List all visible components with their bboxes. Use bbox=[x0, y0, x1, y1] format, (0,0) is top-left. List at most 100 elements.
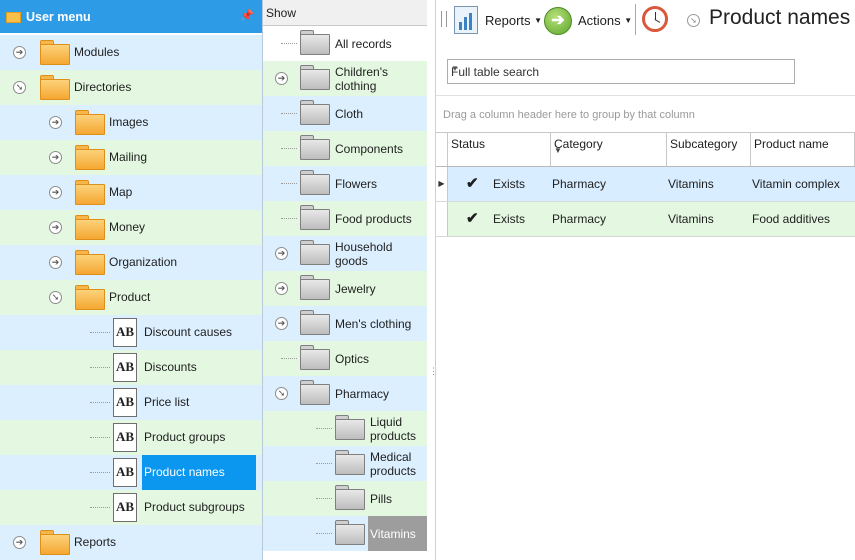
filter-item-liquid-products[interactable]: Liquid products bbox=[263, 411, 427, 446]
filter-item-medical-products[interactable]: Medical products bbox=[263, 446, 427, 481]
filter-item-label: Liquid products bbox=[370, 414, 417, 443]
cell-subcategory: Vitamins bbox=[668, 212, 714, 226]
filter-item-label: Children's clothing bbox=[335, 64, 388, 93]
menu-item-label: Product bbox=[109, 290, 151, 304]
group-by-panel[interactable]: Drag a column header here to group by th… bbox=[436, 95, 855, 133]
menu-item-product-groups[interactable]: AB Product groups bbox=[0, 420, 262, 455]
tree-line bbox=[90, 507, 110, 508]
filter-item-vitamins[interactable]: Vitamins bbox=[263, 516, 428, 551]
column-header-subcategory[interactable]: Subcategory bbox=[667, 132, 751, 166]
menu-item-organization[interactable]: ➔ Organization bbox=[0, 245, 262, 280]
menu-item-label: Organization bbox=[109, 255, 178, 269]
menu-item-product-names[interactable]: AB Product names bbox=[0, 455, 262, 490]
menu-item-reports[interactable]: ➔ Reports bbox=[0, 525, 262, 560]
filter-item-all-records[interactable]: All records bbox=[263, 26, 427, 61]
ab-document-icon: AB bbox=[113, 318, 137, 347]
expand-arrow-icon[interactable]: ➔ bbox=[275, 317, 288, 330]
table-row[interactable]: ✔ Exists Pharmacy Vitamins Food additive… bbox=[436, 202, 855, 237]
column-header-status[interactable]: Status bbox=[448, 132, 551, 166]
chevron-down-icon[interactable]: ▼ bbox=[451, 64, 786, 73]
ab-document-icon: AB bbox=[113, 388, 137, 417]
filter-item-optics[interactable]: Optics bbox=[263, 341, 427, 376]
filter-item-components[interactable]: Components bbox=[263, 131, 427, 166]
menu-item-label: Directories bbox=[74, 80, 132, 94]
column-header-label: Product name bbox=[754, 137, 829, 151]
expand-arrow-icon[interactable]: ➔ bbox=[49, 116, 62, 129]
folder-icon bbox=[40, 40, 70, 65]
filter-item-household-goods[interactable]: ➔ Household goods bbox=[263, 236, 427, 271]
menu-item-discounts[interactable]: AB Discounts bbox=[0, 350, 262, 385]
filter-item-label: Men's clothing bbox=[335, 316, 412, 331]
actions-arrow-icon[interactable]: ➔ bbox=[544, 7, 572, 35]
folder-icon bbox=[300, 345, 330, 370]
filter-item-jewelry[interactable]: ➔ Jewelry bbox=[263, 271, 427, 306]
panel-splitter[interactable]: ⋮ bbox=[427, 0, 438, 560]
splitter-grip-icon: ⋮ bbox=[429, 366, 438, 376]
toolbar-grip-icon[interactable] bbox=[441, 11, 447, 27]
reports-button[interactable]: Reports ▼ bbox=[485, 13, 542, 28]
filter-item-pharmacy[interactable]: ➘ Pharmacy bbox=[263, 376, 427, 411]
expand-arrow-icon[interactable]: ➔ bbox=[275, 72, 288, 85]
table-row[interactable]: ▶ ✔ Exists Pharmacy Vitamins Vitamin com… bbox=[436, 167, 855, 202]
collapse-arrow-icon[interactable]: ➘ bbox=[13, 81, 26, 94]
filter-item-label: Optics bbox=[335, 351, 370, 366]
tree-line bbox=[316, 498, 332, 499]
clock-icon[interactable] bbox=[642, 6, 668, 32]
expand-arrow-icon[interactable]: ➔ bbox=[49, 221, 62, 234]
actions-button[interactable]: Actions ▼ bbox=[578, 13, 632, 28]
menu-item-product-subgroups[interactable]: AB Product subgroups bbox=[0, 490, 262, 525]
expand-arrow-icon[interactable]: ➔ bbox=[49, 256, 62, 269]
column-header-product-name[interactable]: Product name bbox=[751, 132, 855, 166]
filter-item-pills[interactable]: Pills bbox=[263, 481, 427, 516]
expand-arrow-icon[interactable]: ➔ bbox=[13, 536, 26, 549]
folder-icon bbox=[75, 145, 105, 170]
filter-item-mens-clothing[interactable]: ➔ Men's clothing bbox=[263, 306, 427, 341]
collapse-arrow-icon[interactable]: ➘ bbox=[275, 387, 288, 400]
menu-item-label: Product subgroups bbox=[144, 500, 245, 514]
tree-line bbox=[316, 428, 332, 429]
expand-arrow-icon[interactable]: ➔ bbox=[49, 151, 62, 164]
menu-item-label: Reports bbox=[74, 535, 117, 549]
cell-status: Exists bbox=[493, 177, 526, 191]
filter-item-food-products[interactable]: Food products bbox=[263, 201, 427, 236]
filter-item-flowers[interactable]: Flowers bbox=[263, 166, 427, 201]
menu-item-map[interactable]: ➔ Map bbox=[0, 175, 262, 210]
expand-arrow-icon[interactable]: ➔ bbox=[49, 186, 62, 199]
menu-item-mailing[interactable]: ➔ Mailing bbox=[0, 140, 262, 175]
filter-item-childrens-clothing[interactable]: ➔ Children's clothing bbox=[263, 61, 427, 96]
column-header-label: Subcategory bbox=[670, 137, 738, 151]
folder-open-icon bbox=[300, 380, 330, 405]
folder-icon bbox=[300, 310, 330, 335]
menu-item-label: Images bbox=[109, 115, 149, 129]
menu-item-modules[interactable]: ➔ Modules bbox=[0, 35, 262, 70]
expand-arrow-icon[interactable]: ➔ bbox=[13, 46, 26, 59]
menu-item-price-list[interactable]: AB Price list bbox=[0, 385, 262, 420]
column-header-category[interactable]: Category ▼ bbox=[551, 132, 667, 166]
expand-arrow-icon[interactable]: ➔ bbox=[275, 282, 288, 295]
folder-icon bbox=[335, 520, 365, 545]
menu-item-images[interactable]: ➔ Images bbox=[0, 105, 262, 140]
filter-item-cloth[interactable]: Cloth bbox=[263, 96, 427, 131]
current-row-arrow-icon: ▶ bbox=[436, 167, 448, 201]
pin-icon[interactable]: 📌 bbox=[240, 9, 254, 22]
folder-icon bbox=[300, 100, 330, 125]
menu-item-label: Price list bbox=[144, 395, 190, 409]
reports-icon[interactable] bbox=[454, 6, 478, 34]
menu-item-directories[interactable]: ➘ Directories bbox=[0, 70, 262, 105]
menu-item-money[interactable]: ➔ Money bbox=[0, 210, 262, 245]
folder-open-icon bbox=[75, 285, 105, 310]
sort-down-icon: ▼ bbox=[554, 146, 562, 155]
menu-item-label: Discounts bbox=[144, 360, 197, 374]
menu-item-discount-causes[interactable]: AB Discount causes bbox=[0, 315, 262, 350]
menu-item-label: Map bbox=[109, 185, 133, 199]
folder-icon bbox=[75, 215, 105, 240]
expand-arrow-icon[interactable]: ➔ bbox=[275, 247, 288, 260]
menu-item-product[interactable]: ➘ Product bbox=[0, 280, 262, 315]
filter-item-label: Pharmacy bbox=[335, 386, 390, 401]
filter-item-label: Medical products bbox=[370, 449, 417, 478]
filter-item-label: Flowers bbox=[335, 176, 378, 191]
collapse-arrow-icon[interactable]: ➘ bbox=[49, 291, 62, 304]
folder-icon bbox=[300, 170, 330, 195]
tree-line bbox=[90, 402, 110, 403]
full-table-search-input[interactable]: Full table search ▼ bbox=[447, 59, 795, 84]
